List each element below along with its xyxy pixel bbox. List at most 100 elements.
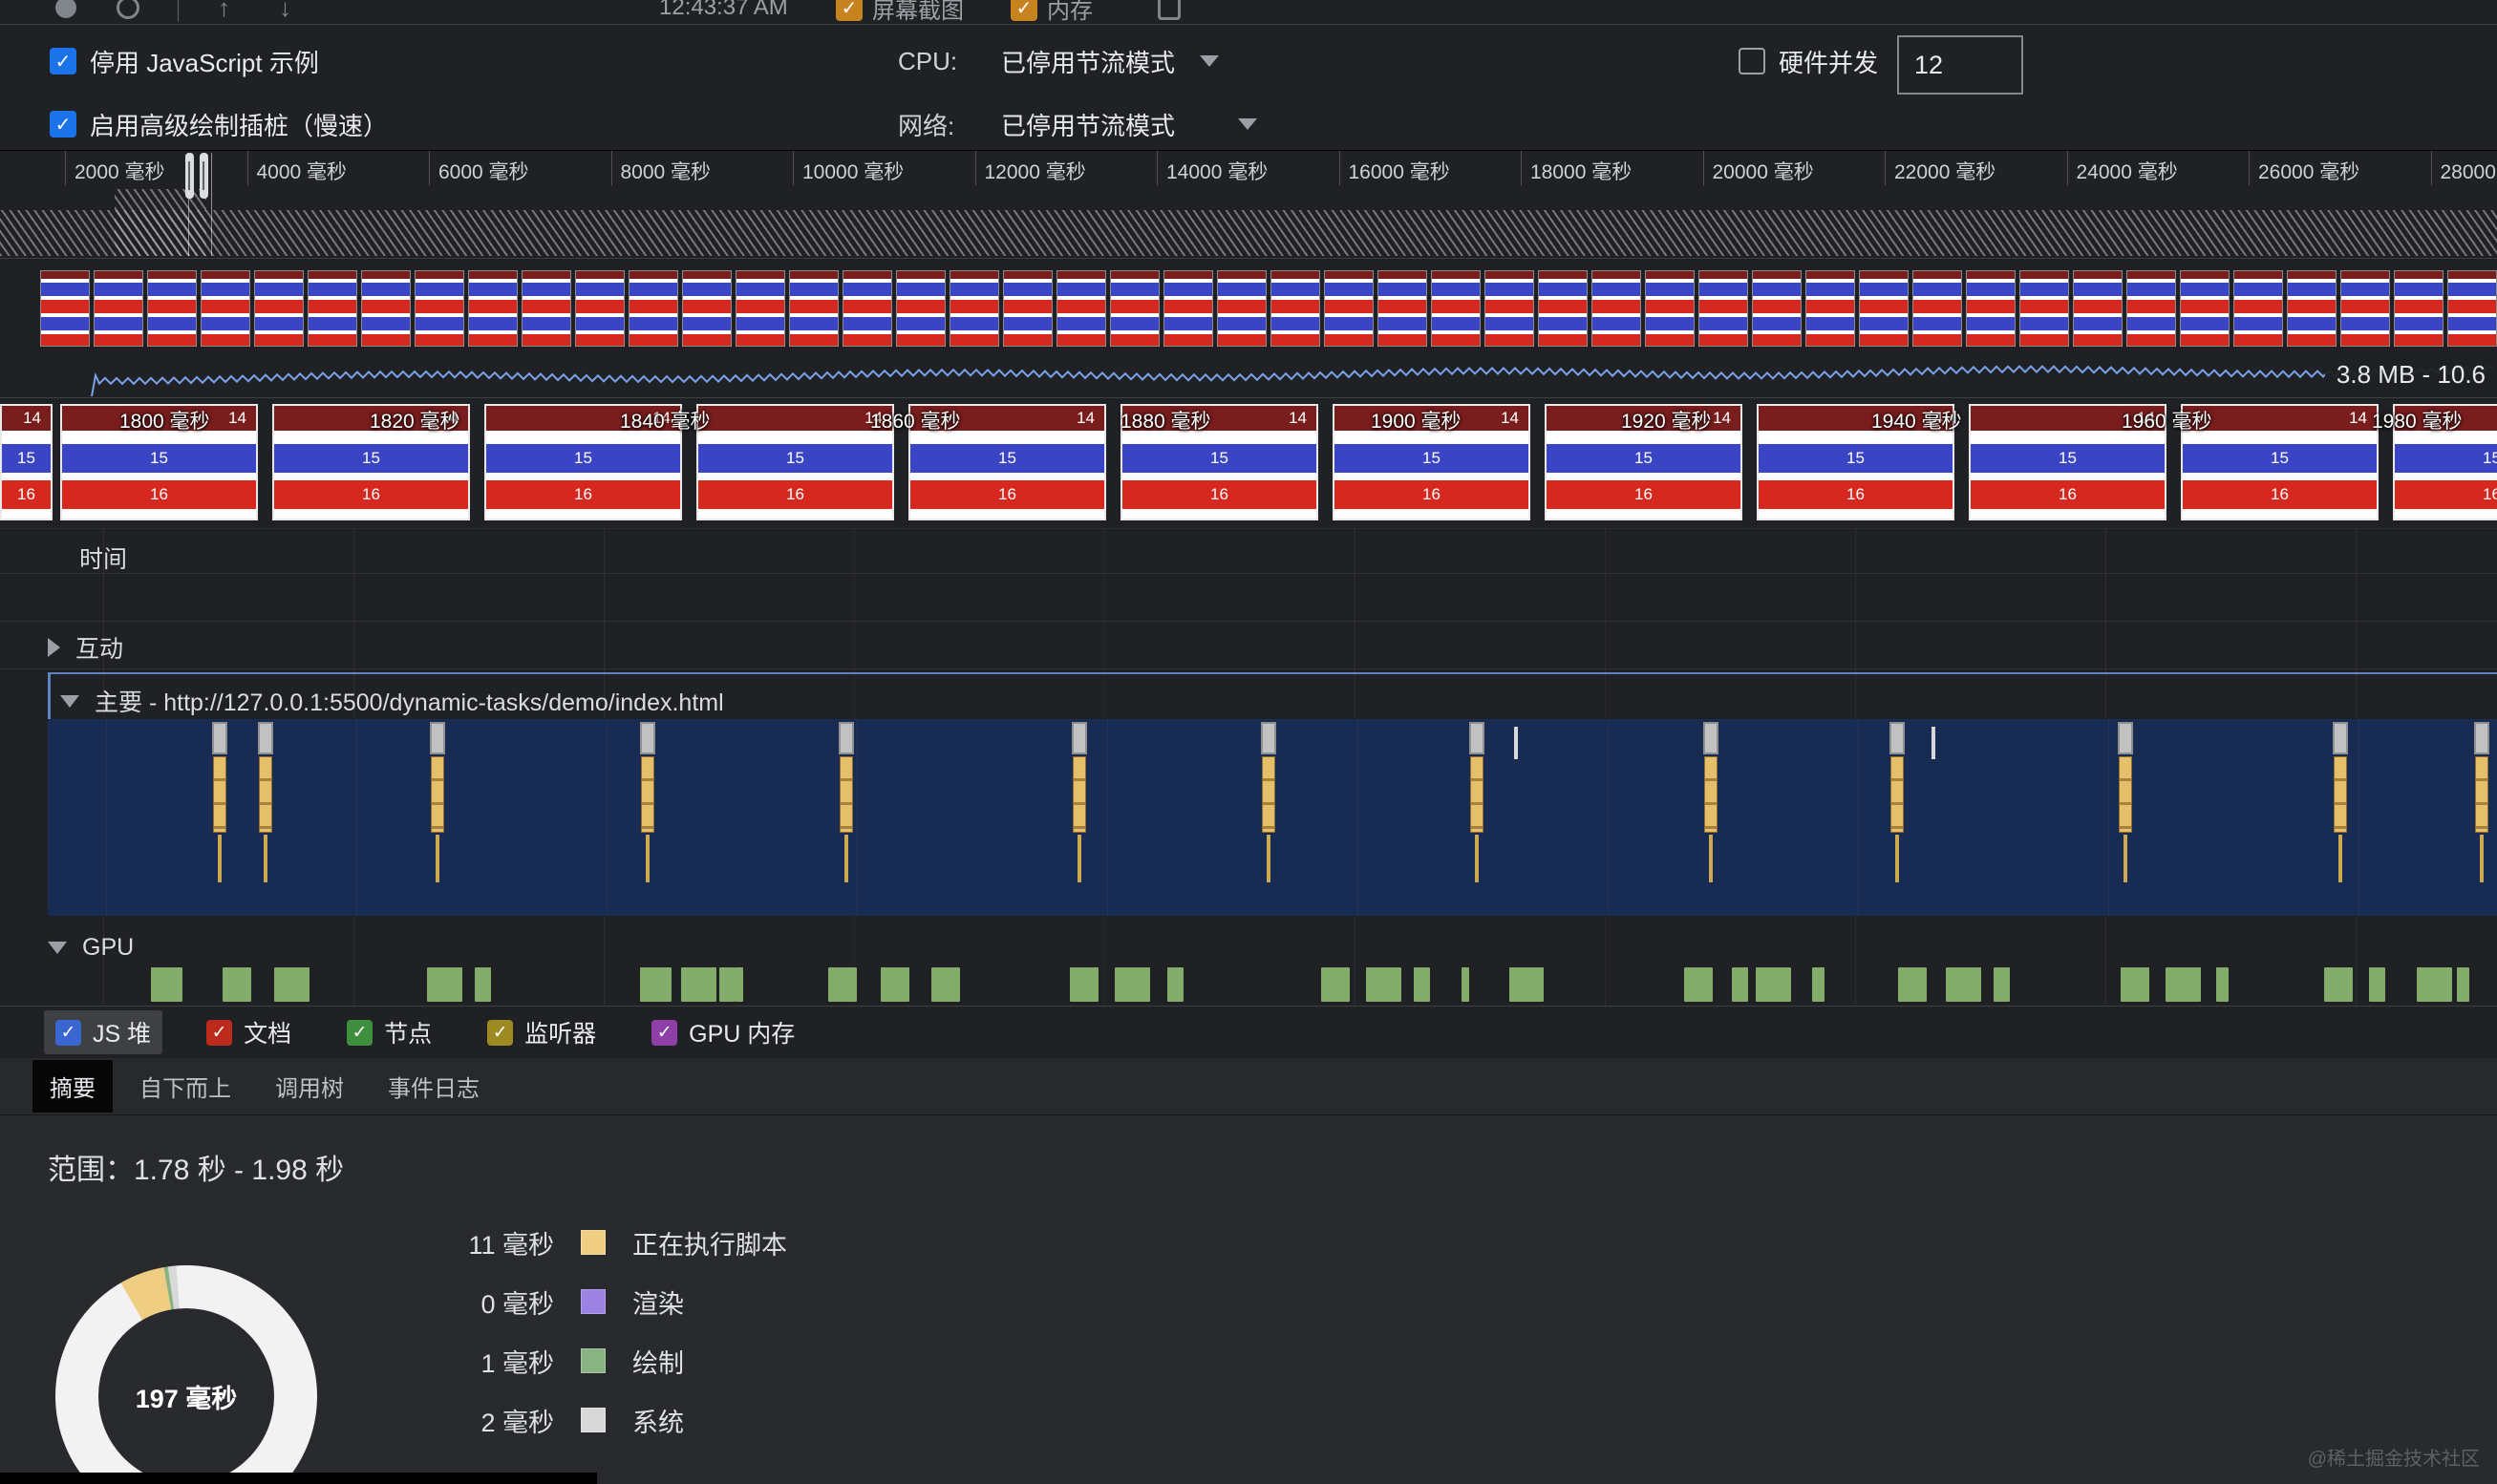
filmstrip-frame[interactable] [575,270,625,347]
main-flame[interactable] [48,719,2497,916]
filmstrip-frame[interactable] [896,270,946,347]
counter-toggle-nodes[interactable]: ✓节点 [335,1010,443,1054]
task-marker[interactable] [640,719,655,916]
gpu-activity-block[interactable] [2121,967,2149,1002]
gpu-activity-block[interactable] [1898,967,1927,1002]
gpu-activity-block[interactable] [1756,967,1791,1002]
checkbox-icon[interactable]: ✓ [836,0,863,21]
filmstrip-frame[interactable] [736,270,785,347]
filmstrip-frame[interactable] [1752,270,1802,347]
filmstrip-frame[interactable] [1217,270,1267,347]
gpu-activity-block[interactable] [1531,967,1544,1002]
counter-toggle-gpu-memory[interactable]: ✓GPU 内存 [640,1010,806,1054]
filmstrip-frame[interactable] [1859,270,1909,347]
hardware-concurrency-setting[interactable]: 硬件并发 [1739,40,1878,82]
filmstrip-frame[interactable] [2126,270,2176,347]
gpu-activity-block[interactable] [2457,967,2469,1002]
main-track-header[interactable]: 主要 - http://127.0.0.1:5500/dynamic-tasks… [51,674,2497,718]
screenshot-thumbnail[interactable]: 141516 [0,404,53,520]
filmstrip-frame[interactable] [1324,270,1374,347]
task-marker[interactable] [839,719,854,916]
filmstrip-frame[interactable] [308,270,357,347]
gpu-activity-block[interactable] [151,967,182,1002]
chevron-right-icon[interactable] [48,638,60,657]
checkbox-icon[interactable]: ✓ [55,1020,81,1046]
track-gpu[interactable]: GPU [48,934,134,962]
checkbox-icon[interactable] [1739,48,1765,74]
gpu-activity-block[interactable] [881,967,909,1002]
record-button[interactable] [55,0,76,25]
checkbox-icon[interactable]: ✓ [1011,0,1037,21]
filmstrip-frame[interactable] [1645,270,1695,347]
load-profile-button[interactable]: ↑ [218,0,230,25]
gpu-activity-block[interactable] [1946,967,1981,1002]
gpu-activity-block[interactable] [1414,967,1430,1002]
filmstrip-frame[interactable] [1110,270,1160,347]
gpu-activity-block[interactable] [1321,967,1350,1002]
tab-event-log[interactable]: 事件日志 [371,1060,497,1113]
task-marker[interactable] [258,719,273,916]
track-label-timings[interactable]: 时间 [79,541,127,575]
clear-button[interactable] [1158,0,1181,25]
filmstrip-frame[interactable] [2233,270,2283,347]
filmstrip-frame[interactable] [1966,270,2016,347]
task-marker[interactable] [2474,719,2489,916]
filmstrip-frame[interactable] [1591,270,1641,347]
filmstrip-frame[interactable] [1270,270,1320,347]
filmstrip-frame[interactable] [1484,270,1534,347]
task-marker[interactable] [1889,719,1905,916]
tab-summary[interactable]: 摘要 [32,1060,113,1113]
checkbox-icon[interactable]: ✓ [50,111,76,138]
gpu-activity-block[interactable] [1812,967,1825,1002]
counter-toggle-listeners[interactable]: ✓监听器 [476,1010,608,1054]
filmstrip-frame[interactable] [254,270,304,347]
filmstrip-frame[interactable] [40,270,90,347]
task-marker[interactable] [1703,719,1718,916]
filmstrip-frame[interactable] [1538,270,1588,347]
cpu-throttling-select[interactable]: 已停用节流模式 [1001,40,1219,82]
gpu-activity-block[interactable] [2417,967,2452,1002]
task-marker[interactable] [2118,719,2133,916]
gpu-activity-block[interactable] [640,967,672,1002]
filmstrip-frame[interactable] [682,270,732,347]
counter-toggle-documents[interactable]: ✓文档 [195,1010,303,1054]
gpu-activity-block[interactable] [1167,967,1184,1002]
checkbox-icon[interactable]: ✓ [206,1020,232,1046]
track-main[interactable]: 主要 - http://127.0.0.1:5500/dynamic-tasks… [48,672,2497,916]
disable-js-samples-setting[interactable]: ✓ 停用 JavaScript 示例 [50,40,319,82]
timeline-overview[interactable]: 2000 毫秒4000 毫秒6000 毫秒8000 毫秒10000 毫秒1200… [0,151,2497,398]
filmstrip-frame[interactable] [415,270,464,347]
filmstrip-frame[interactable] [468,270,518,347]
filmstrip-frame[interactable] [1163,270,1213,347]
filmstrip-frame[interactable] [2287,270,2337,347]
filmstrip-frame[interactable] [522,270,571,347]
network-throttling-select[interactable]: 已停用节流模式 [1001,103,1257,145]
gpu-activity-block[interactable] [2324,967,2353,1002]
filmstrip-frame[interactable] [2180,270,2230,347]
filmstrip-frame[interactable] [201,270,250,347]
checkbox-icon[interactable]: ✓ [50,48,76,74]
chevron-down-icon[interactable] [48,942,67,954]
gpu-activity-block[interactable] [1994,967,2010,1002]
gpu-activity-block[interactable] [931,967,960,1002]
memory-toggle[interactable]: ✓ 内存 [1011,0,1093,25]
chevron-down-icon[interactable] [60,695,79,708]
screenshot-thumbnail[interactable]: 141516 [696,404,894,520]
gpu-activity-block[interactable] [1732,967,1748,1002]
counter-toggle-js-heap[interactable]: ✓JS 堆 [44,1010,162,1054]
gpu-activity-block[interactable] [1462,967,1469,1002]
filmstrip-frame[interactable] [1056,270,1106,347]
filmstrip-frame[interactable] [1431,270,1481,347]
filmstrip-frame[interactable] [1698,270,1748,347]
filmstrip-frame[interactable] [2019,270,2069,347]
task-marker[interactable] [1469,719,1484,916]
hardware-concurrency-input[interactable]: 12 [1897,35,2023,95]
gpu-activity-block[interactable] [427,967,462,1002]
filmstrip-frame[interactable] [1377,270,1427,347]
save-profile-button[interactable]: ↓ [279,0,291,25]
filmstrip-frame[interactable] [147,270,197,347]
filmstrip-frame[interactable] [2073,270,2123,347]
paint-instrumentation-setting[interactable]: ✓ 启用高级绘制插桩（慢速） [50,103,388,145]
gpu-activity-block[interactable] [1115,967,1150,1002]
filmstrip-frame[interactable] [361,270,411,347]
